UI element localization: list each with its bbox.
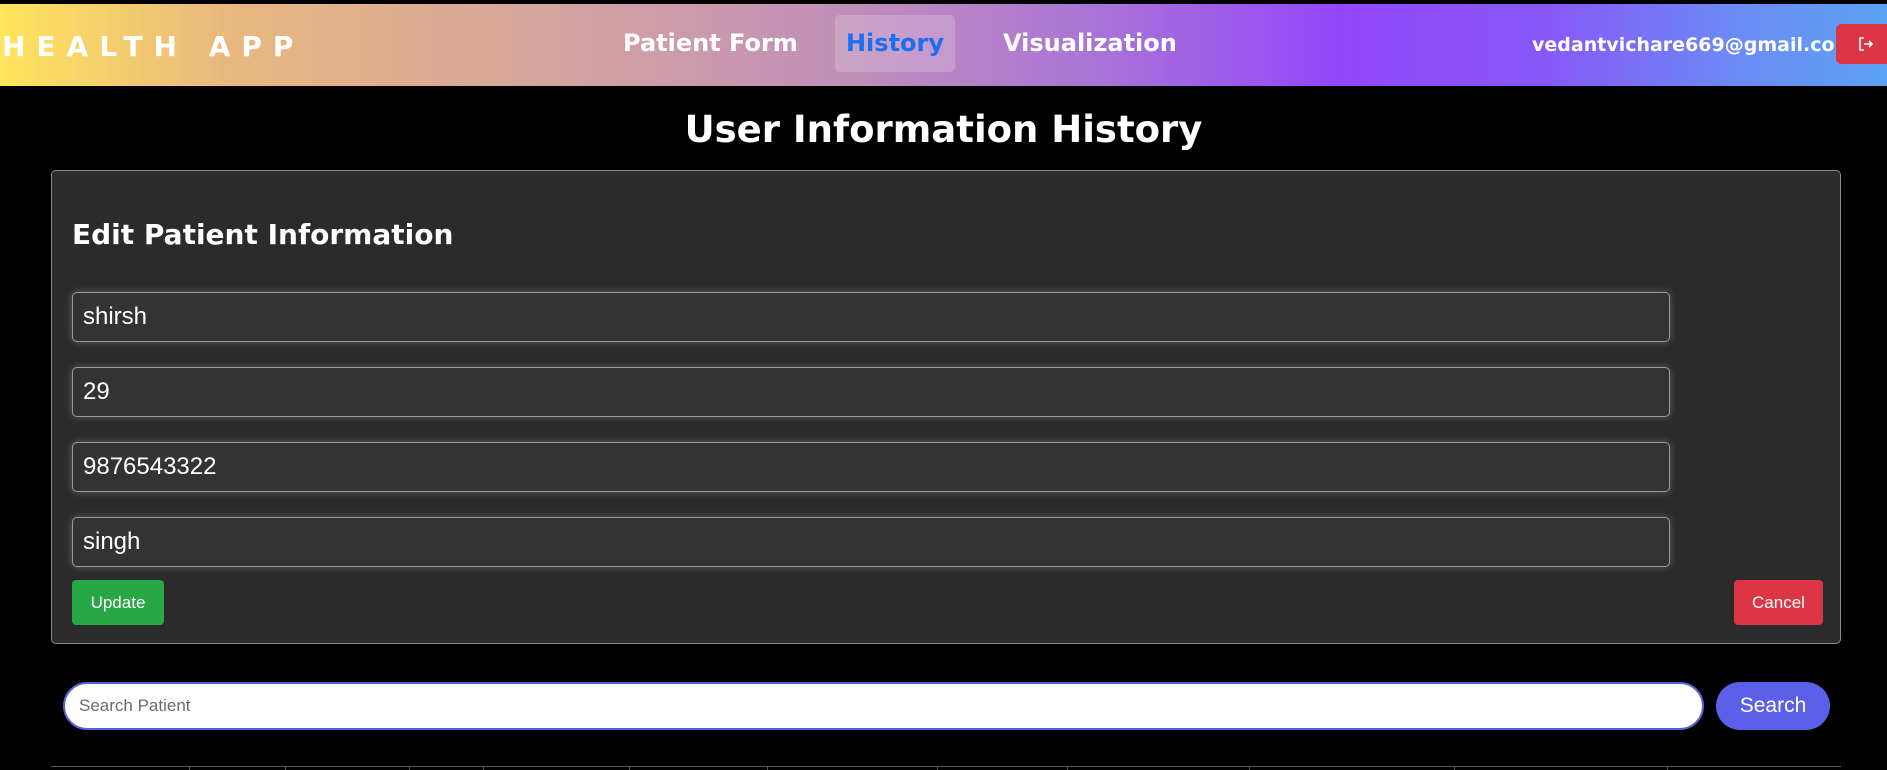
search-input[interactable] <box>63 682 1704 730</box>
page-title: User Information History <box>684 108 1203 151</box>
history-table-top-edge <box>51 766 1841 770</box>
app-root: HEALTH APP Patient Form History Visualiz… <box>0 0 1887 770</box>
logout-icon <box>1859 37 1874 51</box>
user-email: vedantvichare669@gmail.com <box>1532 34 1855 56</box>
phone-field[interactable] <box>72 442 1670 492</box>
age-field[interactable] <box>72 367 1670 417</box>
nav-link-patient-form[interactable]: Patient Form <box>623 15 798 72</box>
brand-logo[interactable]: HEALTH APP <box>2 30 304 63</box>
name-field[interactable] <box>72 292 1670 342</box>
logout-button[interactable] <box>1836 24 1887 64</box>
top-navbar: HEALTH APP Patient Form History Visualiz… <box>0 4 1887 86</box>
nav-link-history[interactable]: History <box>835 15 955 72</box>
nav-link-visualization[interactable]: Visualization <box>1003 15 1177 72</box>
search-button[interactable]: Search <box>1716 682 1830 730</box>
edit-patient-card: Edit Patient Information Update Cancel <box>51 170 1841 644</box>
update-button[interactable]: Update <box>72 580 164 625</box>
cancel-button[interactable]: Cancel <box>1734 580 1823 625</box>
edit-card-title: Edit Patient Information <box>72 218 454 251</box>
surname-field[interactable] <box>72 517 1670 567</box>
